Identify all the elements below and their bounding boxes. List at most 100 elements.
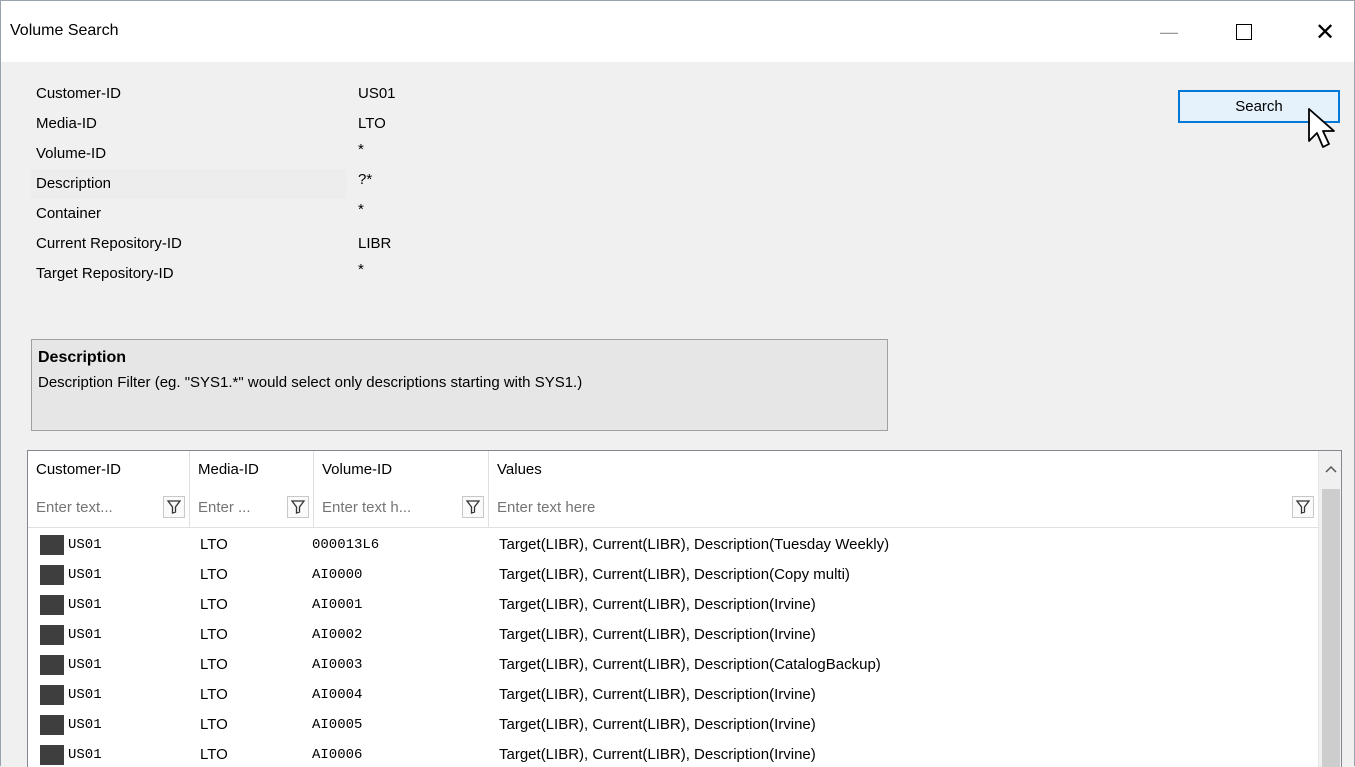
filter-volume-id bbox=[314, 489, 489, 527]
table-row[interactable]: US01 LTO AI0004 Target(LIBR), Current(LI… bbox=[28, 680, 1318, 710]
close-icon: ✕ bbox=[1314, 18, 1336, 46]
property-name: Target Repository-ID bbox=[36, 265, 174, 282]
chevron-up-icon bbox=[1325, 465, 1337, 473]
description-panel: Description Description Filter (eg. "SYS… bbox=[31, 339, 888, 431]
cell-volume-id: AI0001 bbox=[312, 597, 363, 613]
filter-row bbox=[28, 489, 1318, 528]
scroll-thumb[interactable] bbox=[1322, 489, 1340, 767]
funnel-icon[interactable] bbox=[287, 496, 309, 518]
tape-icon bbox=[40, 715, 64, 735]
property-value[interactable]: * bbox=[349, 259, 890, 289]
property-value[interactable]: LIBR bbox=[349, 229, 890, 259]
tape-icon bbox=[40, 535, 64, 555]
cell-customer-id: US01 bbox=[68, 657, 102, 673]
description-title: Description bbox=[38, 349, 127, 366]
window-title: Volume Search bbox=[10, 22, 119, 39]
column-header-volume-id[interactable]: Volume-ID bbox=[314, 451, 489, 489]
cell-media-id: LTO bbox=[200, 746, 228, 763]
tape-icon bbox=[40, 595, 64, 615]
close-button[interactable]: ✕ bbox=[1302, 10, 1348, 54]
property-row-customer-id[interactable]: Customer-ID US01 bbox=[31, 79, 890, 110]
cell-volume-id: 000013L6 bbox=[312, 537, 380, 553]
cell-media-id: LTO bbox=[200, 716, 228, 733]
property-name-empty bbox=[31, 289, 347, 331]
tape-icon bbox=[40, 625, 64, 645]
cell-volume-id: AI0005 bbox=[312, 717, 363, 733]
cell-customer-id: US01 bbox=[68, 537, 102, 553]
cell-volume-id: AI0006 bbox=[312, 747, 363, 763]
property-name: Current Repository-ID bbox=[36, 235, 182, 252]
tape-icon bbox=[40, 685, 64, 705]
property-value-empty bbox=[349, 289, 890, 331]
minimize-icon: — bbox=[1160, 21, 1178, 42]
cell-volume-id: AI0003 bbox=[312, 657, 363, 673]
property-name: Customer-ID bbox=[36, 85, 122, 102]
cell-volume-id: AI0002 bbox=[312, 627, 363, 643]
mouse-pointer-icon bbox=[1308, 108, 1335, 148]
cell-customer-id: US01 bbox=[68, 687, 102, 703]
cell-values: Target(LIBR), Current(LIBR), Description… bbox=[499, 656, 881, 673]
cell-values: Target(LIBR), Current(LIBR), Description… bbox=[499, 566, 850, 583]
cell-media-id: LTO bbox=[200, 686, 228, 703]
cell-values: Target(LIBR), Current(LIBR), Description… bbox=[499, 716, 816, 733]
table-row[interactable]: US01 LTO 000013L6 Target(LIBR), Current(… bbox=[28, 530, 1318, 560]
filter-input-media-id[interactable] bbox=[198, 494, 281, 520]
cell-media-id: LTO bbox=[200, 536, 228, 553]
funnel-icon[interactable] bbox=[163, 496, 185, 518]
table-row[interactable]: US01 LTO AI0002 Target(LIBR), Current(LI… bbox=[28, 620, 1318, 650]
filter-values bbox=[489, 489, 1318, 527]
cell-customer-id: US01 bbox=[68, 747, 102, 763]
cell-customer-id: US01 bbox=[68, 627, 102, 643]
property-value[interactable]: ?* bbox=[349, 169, 890, 199]
cell-customer-id: US01 bbox=[68, 597, 102, 613]
property-value[interactable]: US01 bbox=[349, 79, 890, 109]
table-row[interactable]: US01 LTO AI0000 Target(LIBR), Current(LI… bbox=[28, 560, 1318, 590]
table-row[interactable]: US01 LTO AI0006 Target(LIBR), Current(LI… bbox=[28, 740, 1318, 767]
cell-volume-id: AI0004 bbox=[312, 687, 363, 703]
cell-customer-id: US01 bbox=[68, 567, 102, 583]
property-row-container[interactable]: Container * bbox=[31, 199, 890, 230]
maximize-icon bbox=[1236, 24, 1252, 40]
volume-table: Customer-ID Media-ID Volume-ID Values En… bbox=[27, 450, 1342, 767]
filter-input-values[interactable] bbox=[497, 494, 1286, 520]
cell-media-id: LTO bbox=[200, 566, 228, 583]
cell-values: Target(LIBR), Current(LIBR), Description… bbox=[499, 626, 816, 643]
property-row-empty bbox=[31, 289, 890, 331]
column-header-customer-id[interactable]: Customer-ID bbox=[28, 451, 190, 489]
scroll-up-button[interactable] bbox=[1319, 451, 1341, 487]
cell-values: Target(LIBR), Current(LIBR), Description… bbox=[499, 746, 816, 763]
cell-media-id: LTO bbox=[200, 656, 228, 673]
maximize-button[interactable] bbox=[1221, 10, 1267, 54]
property-row-volume-id[interactable]: Volume-ID * bbox=[31, 139, 890, 170]
table-row[interactable]: US01 LTO AI0003 Target(LIBR), Current(LI… bbox=[28, 650, 1318, 680]
funnel-icon[interactable] bbox=[462, 496, 484, 518]
cell-values: Target(LIBR), Current(LIBR), Description… bbox=[499, 596, 816, 613]
filter-input-customer-id[interactable] bbox=[36, 494, 157, 520]
tape-icon bbox=[40, 745, 64, 765]
property-name: Media-ID bbox=[36, 115, 97, 132]
table-row[interactable]: US01 LTO AI0005 Target(LIBR), Current(LI… bbox=[28, 710, 1318, 740]
cell-values: Target(LIBR), Current(LIBR), Description… bbox=[499, 536, 890, 553]
tape-icon bbox=[40, 565, 64, 585]
column-header-values[interactable]: Values bbox=[489, 451, 1318, 489]
property-row-description[interactable]: Description ?* bbox=[31, 169, 890, 200]
table-row[interactable]: US01 LTO AI0001 Target(LIBR), Current(LI… bbox=[28, 590, 1318, 620]
property-name: Container bbox=[36, 205, 102, 222]
property-row-target-repository-id[interactable]: Target Repository-ID * bbox=[31, 259, 890, 290]
property-value[interactable]: LTO bbox=[349, 109, 890, 139]
filter-input-volume-id[interactable] bbox=[322, 494, 456, 520]
property-value[interactable]: * bbox=[349, 139, 890, 169]
filter-customer-id bbox=[28, 489, 190, 527]
funnel-icon[interactable] bbox=[1292, 496, 1314, 518]
property-row-current-repository-id[interactable]: Current Repository-ID LIBR bbox=[31, 229, 890, 260]
property-value[interactable]: * bbox=[349, 199, 890, 229]
property-row-media-id[interactable]: Media-ID LTO bbox=[31, 109, 890, 140]
column-header-media-id[interactable]: Media-ID bbox=[190, 451, 314, 489]
tape-icon bbox=[40, 655, 64, 675]
cell-values: Target(LIBR), Current(LIBR), Description… bbox=[499, 686, 816, 703]
vertical-scrollbar[interactable] bbox=[1318, 451, 1341, 767]
title-bar: Volume Search — ✕ bbox=[0, 0, 1355, 62]
minimize-button[interactable]: — bbox=[1146, 10, 1192, 54]
cell-volume-id: AI0000 bbox=[312, 567, 363, 583]
property-name: Volume-ID bbox=[36, 145, 107, 162]
